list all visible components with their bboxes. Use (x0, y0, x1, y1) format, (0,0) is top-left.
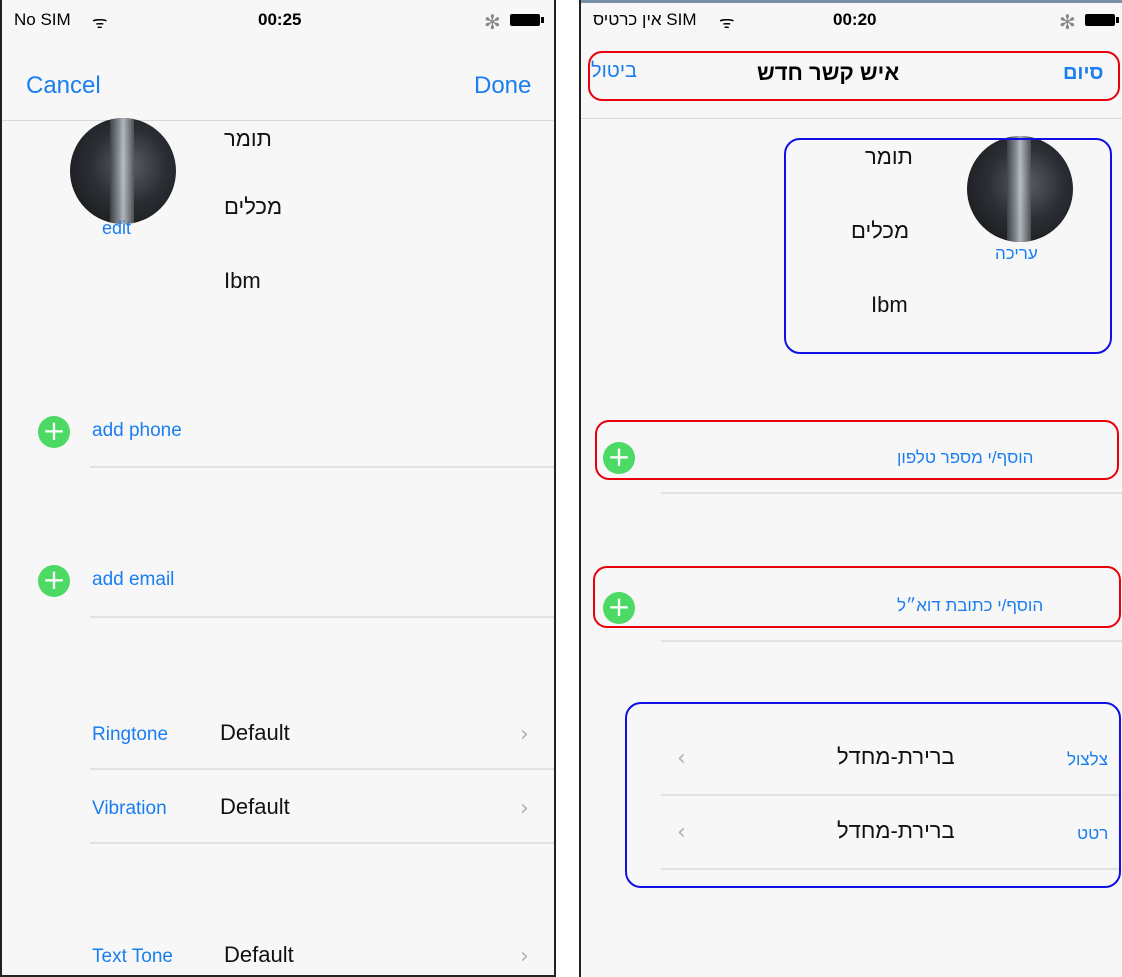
left-screenshot-panel: No SIM ᯤ 00:25 ✻ Cancel Done edit תומר מ… (0, 0, 556, 977)
chevron-right-icon: › (520, 722, 529, 747)
contact-photo[interactable] (70, 118, 176, 224)
vibration-value: Default (220, 794, 290, 819)
company-field[interactable]: Ibm (224, 268, 261, 294)
ringtone-value: Default (220, 720, 290, 745)
annotation-blue-box (784, 138, 1112, 354)
divider (90, 466, 554, 468)
carrier-label: No SIM (14, 10, 71, 29)
annotation-red-box (593, 566, 1121, 628)
nav-bar: Cancel Done (2, 40, 554, 121)
bluetooth-icon: ✻ (1059, 12, 1076, 34)
add-email-button[interactable]: add email (92, 569, 174, 591)
divider (661, 492, 1122, 494)
divider (90, 842, 554, 844)
cancel-button[interactable]: Cancel (26, 72, 101, 100)
annotation-blue-box (625, 702, 1121, 888)
ringtone-label: Ringtone (92, 724, 169, 745)
right-screenshot-panel: אין כרטיס SIM ᯤ 00:20 ✻ ביטול איש קשר חד… (579, 0, 1122, 977)
add-phone-button[interactable]: add phone (92, 420, 182, 442)
annotation-red-box (588, 51, 1120, 101)
divider (90, 616, 554, 618)
done-button[interactable]: Done (474, 72, 531, 100)
edit-photo-link[interactable]: edit (102, 218, 131, 239)
divider (661, 640, 1122, 642)
chevron-right-icon: › (520, 796, 529, 821)
text-tone-value: Default (224, 942, 294, 967)
wifi-icon: ᯤ (92, 13, 108, 32)
bluetooth-icon: ✻ (484, 12, 501, 34)
annotation-red-box (595, 420, 1119, 480)
clock-time: 00:20 (833, 10, 877, 29)
wifi-icon: ᯤ (719, 13, 735, 32)
battery-icon (510, 14, 544, 26)
carrier-label: אין כרטיס SIM (593, 10, 697, 29)
add-email-plus-icon[interactable]: + (38, 565, 70, 597)
text-tone-label: Text Tone (92, 946, 173, 967)
battery-icon (1085, 14, 1119, 26)
divider (90, 768, 554, 770)
last-name-field[interactable]: מכלים (224, 194, 282, 220)
add-phone-plus-icon[interactable]: + (38, 416, 70, 448)
vibration-label: Vibration (92, 798, 167, 819)
chevron-right-icon: › (520, 944, 529, 969)
status-bar: אין כרטיס SIM ᯤ 00:20 ✻ (581, 0, 1122, 40)
first-name-field[interactable]: תומר (224, 126, 272, 152)
status-bar: No SIM ᯤ 00:25 ✻ (2, 0, 554, 40)
clock-time: 00:25 (258, 10, 302, 29)
